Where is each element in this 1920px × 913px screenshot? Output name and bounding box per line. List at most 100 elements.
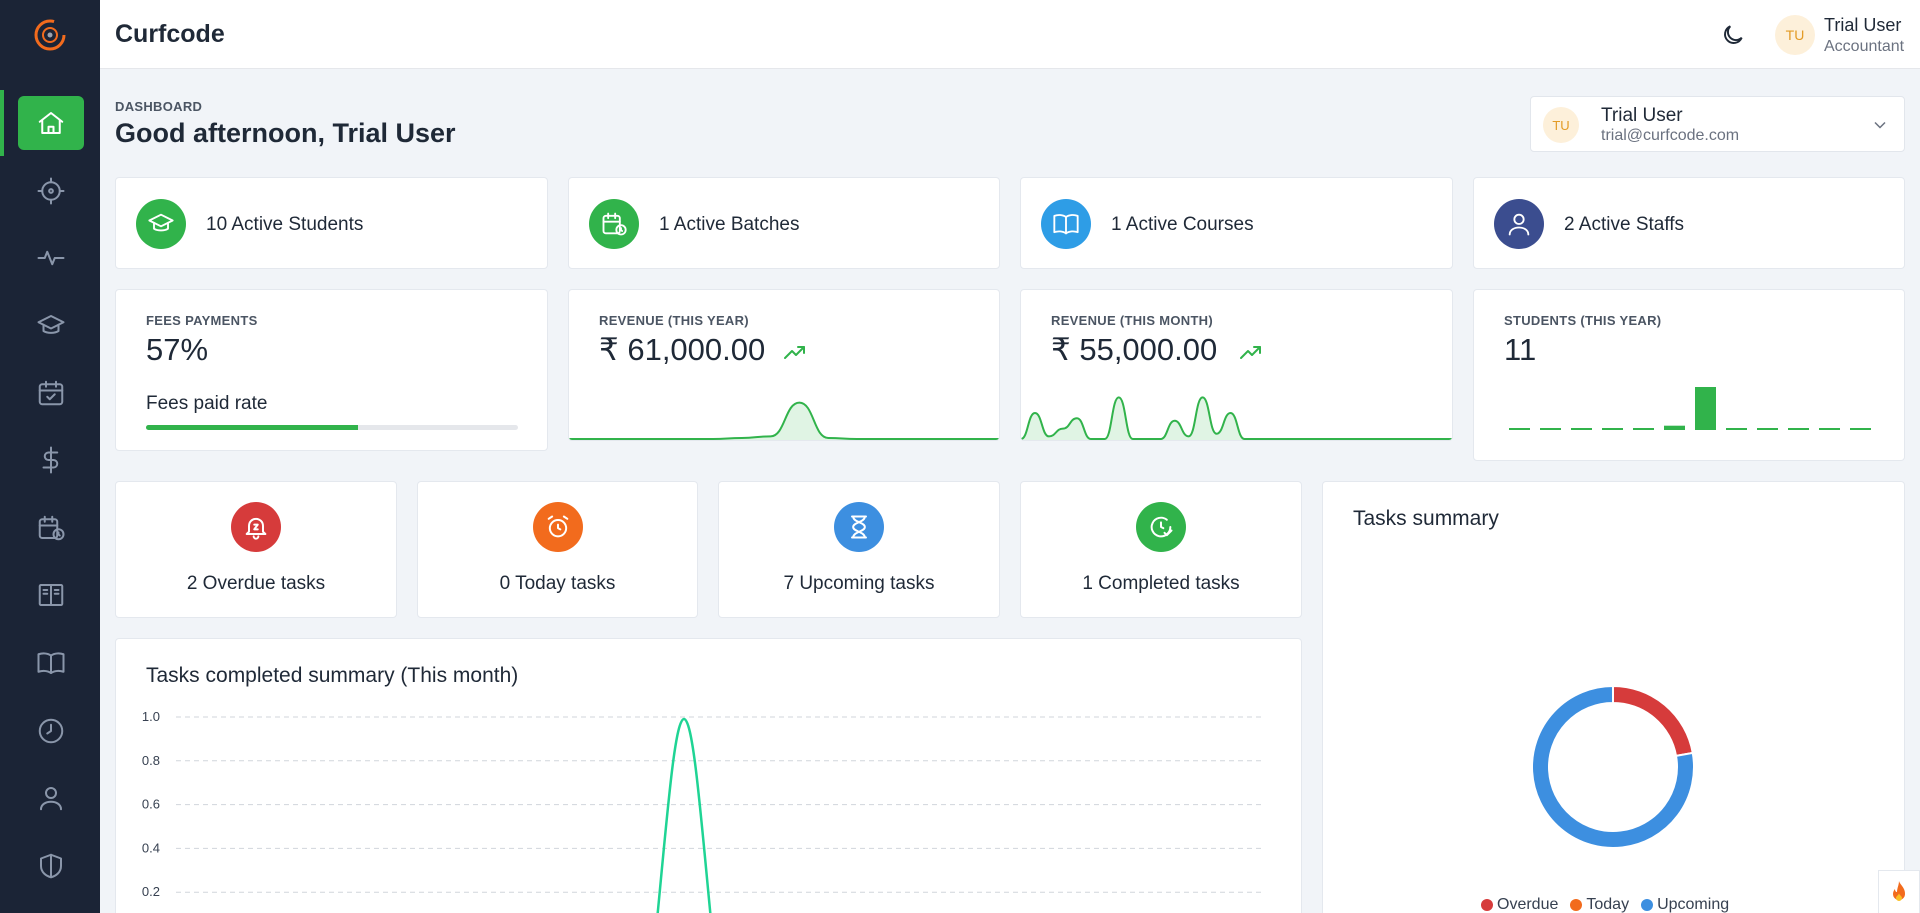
revenue-month-sparkline [1021, 396, 1452, 440]
sidebar-active-indicator [0, 90, 4, 156]
shield-icon [40, 853, 62, 879]
y-tick-label: 0.2 [142, 884, 160, 899]
sidebar-item-courses[interactable] [18, 636, 84, 690]
sidebar-item-targets[interactable] [18, 164, 84, 218]
bar-7 [1695, 387, 1716, 430]
legend-dot [1481, 899, 1493, 911]
bar-4 [1602, 428, 1623, 430]
y-tick-label: 1.0 [142, 709, 160, 724]
fees-progress-bar [146, 425, 518, 430]
sidebar [0, 0, 100, 913]
graduation-cap-icon [136, 199, 186, 249]
activity-icon [37, 250, 65, 266]
tasks-completed-title: Tasks completed summary (This month) [146, 664, 519, 687]
fees-payments-card: FEES PAYMENTS 57% Fees paid rate [115, 289, 548, 451]
task-card-overdue[interactable]: 2 Overdue tasks [115, 481, 397, 618]
clock-icon [38, 718, 64, 744]
sidebar-item-students[interactable] [18, 299, 84, 353]
legend-dot [1641, 899, 1654, 911]
app-logo-icon[interactable] [31, 16, 69, 54]
sidebar-item-home[interactable] [18, 96, 84, 150]
tasks-summary-card: Tasks summary [1322, 481, 1905, 913]
sidebar-item-history[interactable] [18, 704, 84, 758]
tasks-summary-donut-chart [1531, 684, 1695, 849]
students-year-value: 11 [1504, 332, 1537, 367]
stat-label: 1 Active Batches [659, 214, 800, 235]
legend-dot [1570, 899, 1583, 911]
completed-line [656, 717, 712, 913]
legend-label: Upcoming [1657, 896, 1730, 913]
header-user-name: Trial User [1824, 15, 1902, 35]
legend-label: Today [1586, 896, 1630, 913]
breadcrumb: DASHBOARD [115, 99, 203, 114]
fees-progress-fill [146, 425, 359, 430]
revenue-year-label: REVENUE (THIS YEAR) [599, 313, 749, 328]
book-open-icon [1041, 199, 1091, 249]
fees-subtitle: Fees paid rate [146, 393, 268, 414]
students-year-label: STUDENTS (THIS YEAR) [1504, 313, 1662, 328]
y-tick-label: 0.4 [142, 840, 160, 855]
header-user-info[interactable]: Trial User Accountant [1824, 14, 1904, 58]
bell-icon [231, 502, 281, 552]
bar-10 [1788, 428, 1809, 430]
tasks-summary-title: Tasks summary [1353, 507, 1499, 530]
calendar-clock-icon [589, 199, 639, 249]
revenue-year-sparkline [569, 401, 999, 440]
legend-item-overdue[interactable]: Overdue [1481, 896, 1558, 913]
tasks-completed-line-chart: 1.0 0.8 0.6 0.4 0.2 [142, 709, 1264, 913]
sidebar-item-payments[interactable] [18, 433, 84, 487]
header-user-role: Accountant [1824, 38, 1905, 55]
fire-widget-button[interactable] [1878, 870, 1920, 913]
chevron-down-icon [1874, 121, 1886, 129]
sidebar-item-staff[interactable] [18, 771, 84, 825]
user-icon [1494, 199, 1544, 249]
bar-8 [1726, 428, 1747, 430]
stat-label: 2 Active Staffs [1564, 214, 1685, 235]
task-card-completed[interactable]: 1 Completed tasks [1020, 481, 1302, 618]
revenue-year-card: REVENUE (THIS YEAR) ₹ 61,000.00 [568, 289, 1000, 441]
students-year-bar-chart [1509, 387, 1871, 430]
calendar-check-icon [38, 380, 64, 406]
bar-1 [1509, 428, 1530, 430]
y-tick-label: 0.8 [142, 753, 160, 768]
alarm-clock-icon [532, 502, 583, 552]
task-label: 0 Today tasks [499, 573, 616, 594]
stat-label: 1 Active Courses [1111, 214, 1254, 235]
graduation-cap-icon [37, 315, 65, 334]
book-open-icon [38, 584, 64, 606]
sidebar-item-batches[interactable] [18, 501, 84, 555]
legend-item-today[interactable]: Today [1570, 896, 1629, 913]
avatar[interactable]: TU [1775, 15, 1815, 55]
dark-mode-toggle[interactable] [1720, 22, 1746, 48]
hourglass-icon [834, 502, 884, 552]
stat-card-batches[interactable]: 1 Active Batches [568, 177, 1000, 269]
sidebar-item-security[interactable] [18, 839, 84, 893]
sidebar-item-lessons[interactable] [18, 568, 84, 622]
stat-card-courses[interactable]: 1 Active Courses [1020, 177, 1453, 269]
revenue-month-card: REVENUE (THIS MONTH) ₹ 55,000.00 [1020, 289, 1453, 441]
sidebar-item-attendance[interactable] [18, 366, 84, 420]
bar-5 [1633, 428, 1654, 430]
trend-up-icon [1239, 342, 1263, 362]
legend-item-upcoming[interactable]: Upcoming [1641, 896, 1729, 913]
task-label: 7 Upcoming tasks [783, 573, 935, 594]
stat-card-staffs[interactable]: 2 Active Staffs [1473, 177, 1905, 269]
stat-label: 10 Active Students [206, 214, 364, 235]
app-title: Curfcode [115, 20, 225, 48]
user-switcher-dropdown[interactable]: TU Trial User trial@curfcode.com [1530, 96, 1905, 152]
task-label: 1 Completed tasks [1082, 573, 1240, 594]
students-year-card: STUDENTS (THIS YEAR) 11 [1473, 289, 1905, 461]
calendar-clock-icon [38, 515, 65, 541]
task-label: 2 Overdue tasks [186, 573, 326, 594]
fees-value: 57% [146, 332, 209, 367]
sidebar-item-activity[interactable] [18, 231, 84, 285]
top-header: Curfcode TU Trial User Accountant [100, 0, 1920, 69]
user-switcher-avatar: TU [1543, 107, 1579, 143]
task-card-upcoming[interactable]: 7 Upcoming tasks [718, 481, 1000, 618]
task-card-today[interactable]: 0 Today tasks [417, 481, 698, 618]
stat-card-students[interactable]: 10 Active Students [115, 177, 548, 269]
fees-label: FEES PAYMENTS [146, 313, 258, 328]
revenue-year-value: ₹ 61,000.00 [599, 332, 766, 367]
bar-6 [1664, 425, 1685, 430]
user-switcher-name: Trial User [1601, 105, 1683, 126]
